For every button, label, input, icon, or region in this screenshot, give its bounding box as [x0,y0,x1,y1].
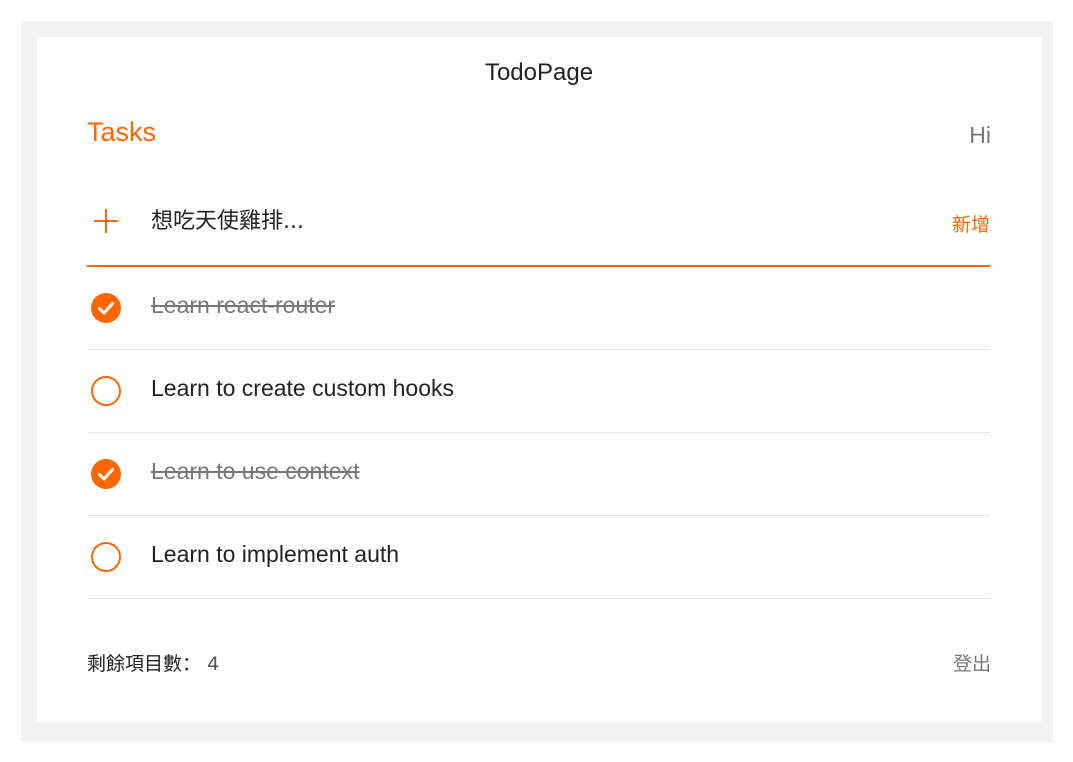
todo-checkbox[interactable] [91,542,121,572]
todo-checkbox[interactable] [91,376,121,406]
logout-button[interactable]: 登出 [953,649,991,676]
add-todo-row: 新增 [87,197,990,267]
check-icon [98,468,114,481]
todo-checkbox[interactable] [91,459,121,489]
add-todo-button[interactable]: 新增 [952,210,990,237]
todo-text: Learn react-router [151,292,336,318]
todo-item: Learn react-router [87,267,990,350]
todo-text: Learn to use context [151,458,360,484]
todo-checkbox[interactable] [91,293,121,323]
todo-text: Learn to create custom hooks [151,375,454,401]
todo-item: Learn to create custom hooks [87,350,990,433]
todo-item: Learn to implement auth [87,516,990,599]
remaining-label: 剩餘項目數： [87,653,202,675]
remaining-count: 剩餘項目數： 4 [87,649,219,676]
plus-icon[interactable] [94,209,118,233]
todo-card: TodoPage Tasks Hi 新增 Learn react-router … [37,37,1041,722]
tasks-heading: Tasks [87,117,157,147]
todo-item: Learn to use context [87,433,990,516]
page-title: TodoPage [484,59,594,86]
todo-text: Learn to implement auth [151,541,400,567]
todo-list: Learn react-router Learn to create custo… [87,267,990,599]
check-icon [98,302,114,315]
greeting-text: Hi [969,122,991,148]
new-todo-input[interactable] [151,203,911,239]
remaining-count-value: 4 [207,653,220,675]
